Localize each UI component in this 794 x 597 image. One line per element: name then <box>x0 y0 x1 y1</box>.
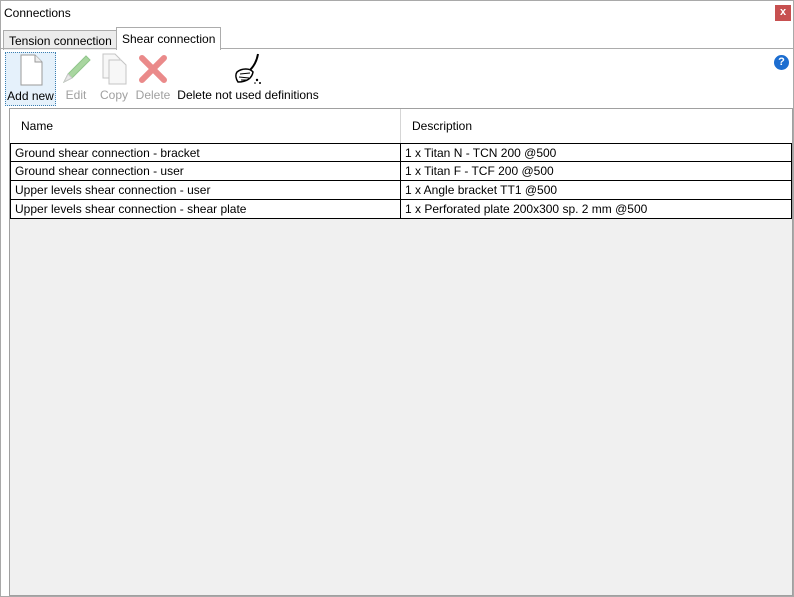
table-row[interactable]: Ground shear connection - bracket 1 x Ti… <box>10 143 792 162</box>
copy-button[interactable]: Copy <box>97 52 131 104</box>
cell-description[interactable]: 1 x Titan F - TCF 200 @500 <box>401 162 792 180</box>
cell-description[interactable]: 1 x Perforated plate 200x300 sp. 2 mm @5… <box>401 200 792 218</box>
cell-description[interactable]: 1 x Titan N - TCN 200 @500 <box>401 144 792 162</box>
toolbar: Add new Edit Copy Delete Delete not used… <box>1 50 793 106</box>
add-new-label: Add new <box>7 89 54 103</box>
copy-documents-icon <box>102 53 127 85</box>
cell-name[interactable]: Ground shear connection - user <box>10 162 401 180</box>
table-row[interactable]: Upper levels shear connection - user 1 x… <box>10 181 792 200</box>
tab-shear-connection[interactable]: Shear connection <box>116 27 222 50</box>
grid-rows: Ground shear connection - bracket 1 x Ti… <box>10 143 792 219</box>
edit-button[interactable]: Edit <box>59 52 93 104</box>
connections-window: Connections x Tension connection Shear c… <box>0 0 794 597</box>
delete-label: Delete <box>135 88 171 102</box>
tab-tension-connection[interactable]: Tension connection <box>3 30 118 50</box>
table-row[interactable]: Ground shear connection - user 1 x Titan… <box>10 162 792 181</box>
delete-unused-label: Delete not used definitions <box>177 88 319 102</box>
column-header-description[interactable]: Description <box>401 109 792 143</box>
new-document-icon <box>20 54 42 86</box>
close-button[interactable]: x <box>775 5 791 21</box>
broom-icon <box>235 53 261 84</box>
column-header-name[interactable]: Name <box>10 109 401 143</box>
title-bar: Connections x <box>1 1 793 25</box>
delete-unused-button[interactable]: Delete not used definitions <box>175 52 321 104</box>
connections-grid: Name Description Ground shear connection… <box>9 108 793 596</box>
delete-button[interactable]: Delete <box>134 52 172 104</box>
window-title: Connections <box>4 6 71 20</box>
add-new-button[interactable]: Add new <box>5 52 56 106</box>
table-row[interactable]: Upper levels shear connection - shear pl… <box>10 200 792 219</box>
delete-x-icon <box>139 55 167 83</box>
cell-name[interactable]: Upper levels shear connection - user <box>10 181 401 199</box>
pencil-icon <box>62 55 91 84</box>
cell-name[interactable]: Ground shear connection - bracket <box>10 144 401 162</box>
cell-description[interactable]: 1 x Angle bracket TT1 @500 <box>401 181 792 199</box>
edit-label: Edit <box>65 88 87 102</box>
cell-name[interactable]: Upper levels shear connection - shear pl… <box>10 200 401 218</box>
copy-label: Copy <box>99 88 128 102</box>
grid-header: Name Description <box>10 109 792 143</box>
help-icon[interactable]: ? <box>774 55 789 70</box>
tab-strip: Tension connection Shear connection <box>1 27 793 50</box>
